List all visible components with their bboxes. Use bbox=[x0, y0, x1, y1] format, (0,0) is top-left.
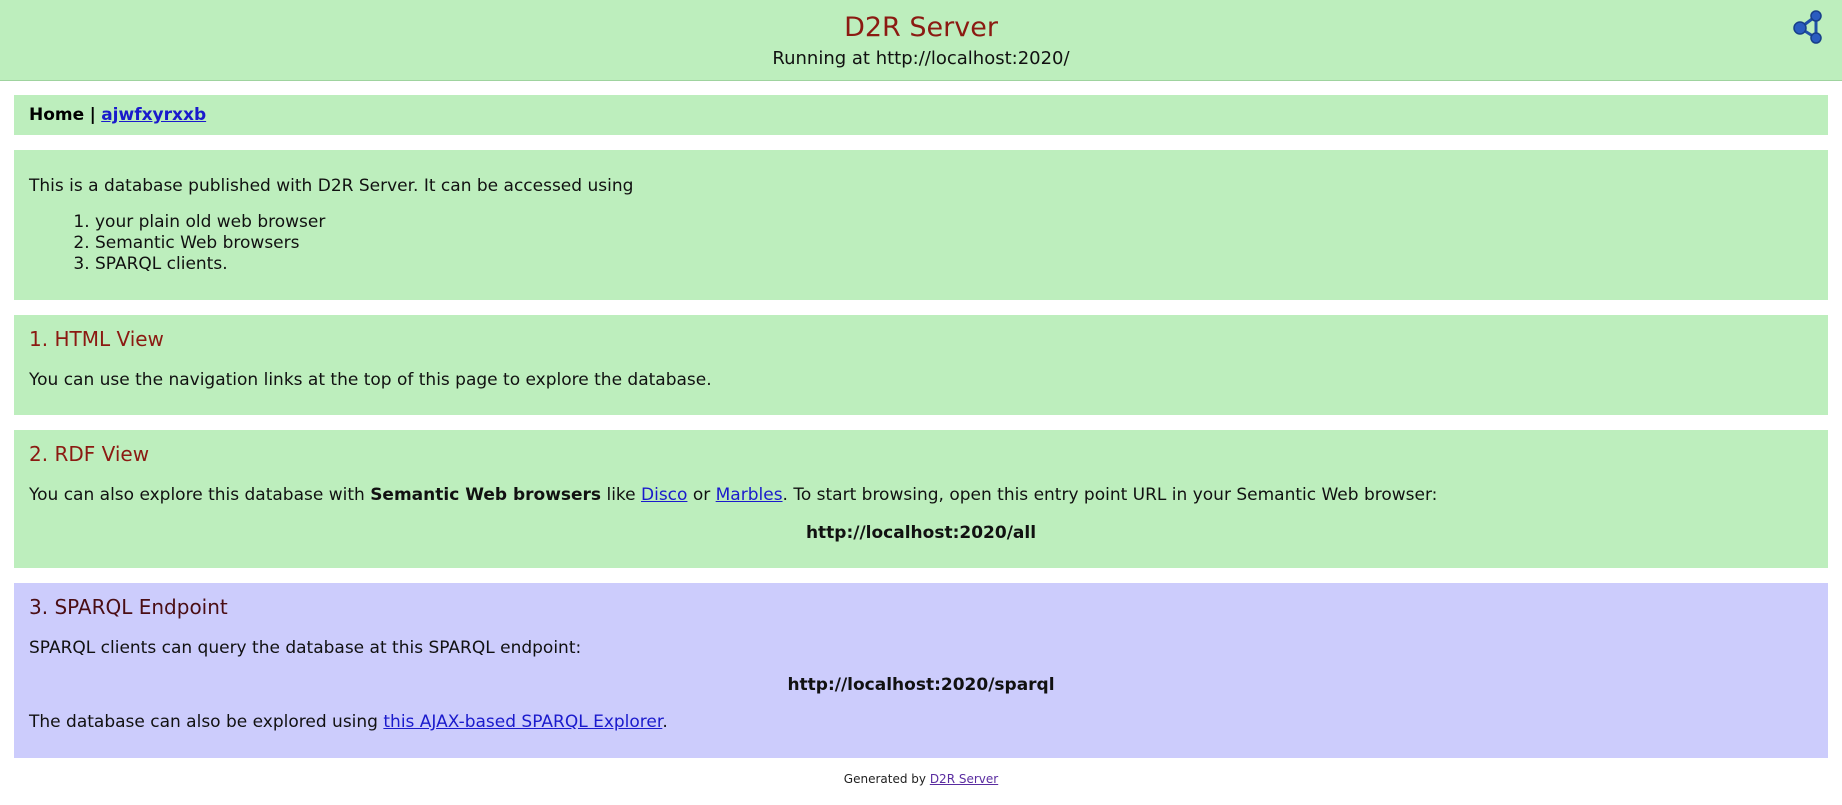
list-item: Semantic Web browsers bbox=[95, 233, 325, 254]
sparql-panel: 3. SPARQL Endpoint SPARQL clients can qu… bbox=[14, 583, 1828, 758]
rdf-view-text: You can also explore this database with … bbox=[29, 485, 1437, 505]
rdf-view-heading: 2. RDF View bbox=[29, 442, 150, 466]
list-item: SPARQL clients. bbox=[95, 254, 325, 275]
disco-link[interactable]: Disco bbox=[641, 485, 687, 505]
sparql-text: SPARQL clients can query the database at… bbox=[29, 638, 582, 658]
footer-text: Generated by bbox=[843, 772, 930, 786]
page-title: D2R Server bbox=[844, 12, 998, 43]
semantic-web-browsers-bold: Semantic Web browsers bbox=[370, 485, 602, 505]
header-bar: D2R Server Running at http://localhost:2… bbox=[0, 0, 1842, 81]
sparql-explore-end: . bbox=[662, 712, 668, 732]
sparql-endpoint-url: http://localhost:2020/sparql bbox=[787, 675, 1055, 695]
marbles-link[interactable]: Marbles bbox=[716, 485, 783, 505]
rdf-view-panel: 2. RDF View You can also explore this da… bbox=[14, 430, 1828, 568]
entry-point-url: http://localhost:2020/all bbox=[805, 523, 1037, 543]
html-view-heading: 1. HTML View bbox=[29, 327, 164, 351]
breadcrumb: Home | ajwfxyrxxb bbox=[14, 95, 1828, 135]
rdf-text-2: like bbox=[601, 485, 642, 505]
html-view-text: You can use the navigation links at the … bbox=[29, 370, 712, 390]
sparql-explorer-line: The database can also be explored using … bbox=[29, 712, 668, 732]
footer: Generated by D2R Server bbox=[0, 772, 1842, 786]
html-view-panel: 1. HTML View You can use the navigation … bbox=[14, 315, 1828, 415]
rdf-graph-icon[interactable] bbox=[1790, 10, 1824, 44]
nav-home: Home bbox=[29, 105, 85, 125]
sparql-heading: 3. SPARQL Endpoint bbox=[29, 595, 228, 619]
server-url-subtitle: Running at http://localhost:2020/ bbox=[772, 48, 1070, 69]
rdf-text-3: or bbox=[687, 485, 716, 505]
sparql-explore-text: The database can also be explored using bbox=[29, 712, 384, 732]
intro-panel: This is a database published with D2R Se… bbox=[14, 150, 1828, 300]
footer-d2r-link[interactable]: D2R Server bbox=[930, 772, 998, 786]
sparql-explorer-link[interactable]: this AJAX-based SPARQL Explorer bbox=[383, 712, 662, 732]
list-item: your plain old web browser bbox=[95, 212, 325, 233]
rdf-text-4: . To start browsing, open this entry poi… bbox=[782, 485, 1438, 505]
access-method-list: your plain old web browser Semantic Web … bbox=[29, 212, 325, 275]
intro-text: This is a database published with D2R Se… bbox=[29, 176, 634, 196]
rdf-text-1: You can also explore this database with bbox=[29, 485, 371, 505]
nav-link-ajwfxyrxxb[interactable]: ajwfxyrxxb bbox=[101, 105, 206, 125]
nav-separator: | bbox=[89, 105, 96, 125]
